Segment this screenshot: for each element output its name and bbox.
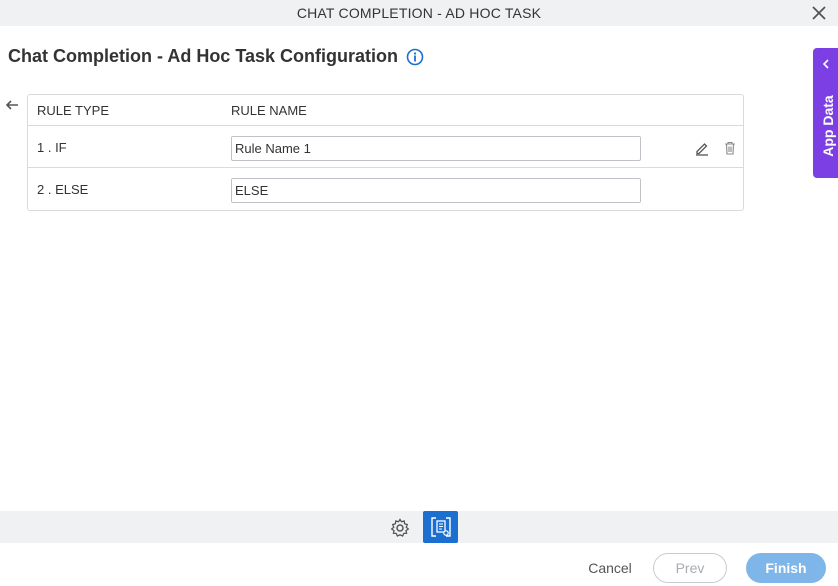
header-rule-type: RULE TYPE: [37, 103, 110, 118]
app-data-panel-toggle[interactable]: App Data: [813, 48, 838, 178]
rules-table: RULE TYPE RULE NAME 1 . IF 2 . ELSE: [27, 94, 744, 211]
bottom-toolbar: [0, 511, 838, 543]
table-row: 2 . ELSE: [28, 168, 743, 210]
title-bar: CHAT COMPLETION - AD HOC TASK: [0, 0, 838, 26]
gear-icon[interactable]: [390, 518, 410, 538]
cancel-button[interactable]: Cancel: [575, 553, 645, 583]
header-rule-name: RULE NAME: [231, 103, 307, 118]
chevron-left-icon: [822, 59, 829, 69]
page-title: Chat Completion - Ad Hoc Task Configurat…: [8, 46, 398, 66]
table-header: RULE TYPE RULE NAME: [28, 95, 743, 126]
edit-icon[interactable]: [694, 140, 710, 156]
rule-type-cell: 1 . IF: [37, 140, 67, 155]
finish-button[interactable]: Finish: [746, 553, 826, 583]
close-icon[interactable]: [810, 4, 828, 22]
rule-name-input[interactable]: [231, 136, 641, 161]
info-icon[interactable]: [406, 48, 424, 66]
back-arrow-icon[interactable]: [4, 97, 20, 113]
data-source-button[interactable]: [423, 511, 458, 543]
rule-type-cell: 2 . ELSE: [37, 182, 89, 197]
rule-name-input[interactable]: [231, 178, 641, 203]
page-heading: Chat Completion - Ad Hoc Task Configurat…: [8, 46, 424, 67]
window-title: CHAT COMPLETION - AD HOC TASK: [296, 5, 542, 21]
prev-button[interactable]: Prev: [653, 553, 727, 583]
data-source-icon: [431, 517, 451, 537]
trash-icon[interactable]: [722, 140, 738, 156]
table-row: 1 . IF: [28, 126, 743, 168]
app-data-label: App Data: [820, 95, 836, 157]
